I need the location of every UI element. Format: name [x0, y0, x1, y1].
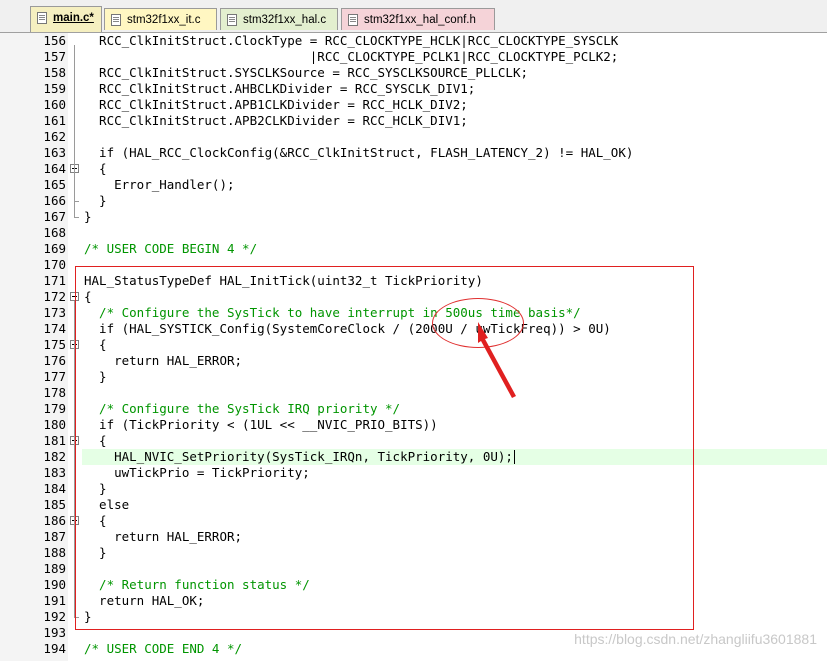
code-line[interactable]: 160 RCC_ClkInitStruct.APB1CLKDivider = R…: [0, 97, 827, 113]
code-text: RCC_ClkInitStruct.APB1CLKDivider = RCC_H…: [84, 97, 468, 112]
tab-label: stm32f1xx_hal.c: [243, 14, 327, 26]
code-text: |RCC_CLOCKTYPE_PCLK1|RCC_CLOCKTYPE_PCLK2…: [84, 49, 619, 64]
line-number: 166: [43, 193, 66, 208]
line-number: 167: [43, 209, 66, 224]
code-text: Error_Handler();: [84, 177, 235, 192]
line-number: 156: [43, 33, 66, 48]
line-number: 161: [43, 113, 66, 128]
code-comment: /* USER CODE END 4 */: [84, 641, 243, 656]
line-number: 182: [43, 449, 66, 464]
line-number: 181: [43, 433, 66, 448]
line-number: 189: [43, 561, 66, 576]
file-icon: [227, 14, 237, 26]
line-number: 168: [43, 225, 66, 240]
code-text: RCC_ClkInitStruct.SYSCLKSource = RCC_SYS…: [84, 65, 529, 80]
tab-label: stm32f1xx_it.c: [127, 14, 201, 26]
code-line[interactable]: 158 RCC_ClkInitStruct.SYSCLKSource = RCC…: [0, 65, 827, 81]
line-number: 165: [43, 177, 66, 192]
line-number: 188: [43, 545, 66, 560]
file-icon: [348, 14, 358, 26]
code-comment: /* USER CODE BEGIN 4 */: [84, 241, 258, 256]
line-number: 170: [43, 257, 66, 272]
code-line[interactable]: 157 |RCC_CLOCKTYPE_PCLK1|RCC_CLOCKTYPE_P…: [0, 49, 827, 65]
code-line[interactable]: 166 }: [0, 193, 827, 209]
tab-stm32f1xx-hal-conf-h[interactable]: stm32f1xx_hal_conf.h: [341, 8, 495, 30]
code-line[interactable]: 162: [0, 129, 827, 145]
code-text: RCC_ClkInitStruct.APB2CLKDivider = RCC_H…: [84, 113, 468, 128]
code-line[interactable]: 156 RCC_ClkInitStruct.ClockType = RCC_CL…: [0, 33, 827, 49]
code-line[interactable]: 159 RCC_ClkInitStruct.AHBCLKDivider = RC…: [0, 81, 827, 97]
line-number: 164: [43, 161, 66, 176]
tab-label: main.c*: [53, 12, 94, 24]
line-number: 178: [43, 385, 66, 400]
line-number: 172: [43, 289, 66, 304]
line-number: 169: [43, 241, 66, 256]
line-number: 183: [43, 465, 66, 480]
code-line[interactable]: 165 Error_Handler();: [0, 177, 827, 193]
code-line[interactable]: 164 {: [0, 161, 827, 177]
line-number: 193: [43, 625, 66, 640]
tab-stm32f1xx-hal-c[interactable]: stm32f1xx_hal.c: [220, 8, 338, 30]
line-number: 160: [43, 97, 66, 112]
code-text: if (HAL_RCC_ClockConfig(&RCC_ClkInitStru…: [84, 145, 634, 160]
line-number: 173: [43, 305, 66, 320]
line-number: 190: [43, 577, 66, 592]
line-number: 187: [43, 529, 66, 544]
file-icon: [111, 14, 121, 26]
line-number: 191: [43, 593, 66, 608]
line-number: 162: [43, 129, 66, 144]
line-number: 192: [43, 609, 66, 624]
line-number: 179: [43, 401, 66, 416]
line-number: 171: [43, 273, 66, 288]
line-number: 180: [43, 417, 66, 432]
tab-main-c[interactable]: main.c*: [30, 6, 102, 32]
line-number: 174: [43, 321, 66, 336]
code-text: {: [84, 161, 107, 176]
line-number: 194: [43, 641, 66, 656]
line-number: 163: [43, 145, 66, 160]
code-line[interactable]: 169 /* USER CODE BEGIN 4 */: [0, 241, 827, 257]
code-text: }: [84, 193, 107, 208]
line-number: 159: [43, 81, 66, 96]
code-line[interactable]: 168: [0, 225, 827, 241]
code-line[interactable]: 163 if (HAL_RCC_ClockConfig(&RCC_ClkInit…: [0, 145, 827, 161]
line-number: 177: [43, 369, 66, 384]
line-number: 186: [43, 513, 66, 528]
code-text: RCC_ClkInitStruct.ClockType = RCC_CLOCKT…: [84, 33, 619, 48]
tab-stm32f1xx-it-c[interactable]: stm32f1xx_it.c: [104, 8, 217, 30]
file-icon: [37, 12, 47, 24]
watermark: https://blog.csdn.net/zhangliifu3601881: [574, 631, 817, 647]
fold-guide: [74, 173, 75, 201]
code-line[interactable]: 167}: [0, 209, 827, 225]
line-number: 157: [43, 49, 66, 64]
fold-guide-end: [74, 217, 79, 218]
line-number: 176: [43, 353, 66, 368]
code-text: RCC_ClkInitStruct.AHBCLKDivider = RCC_SY…: [84, 81, 476, 96]
fold-guide-end: [74, 201, 79, 202]
line-number: 185: [43, 497, 66, 512]
annotation-box: [75, 266, 694, 630]
line-number: 175: [43, 337, 66, 352]
line-number: 158: [43, 65, 66, 80]
code-text: }: [84, 209, 92, 224]
code-line[interactable]: 161 RCC_ClkInitStruct.APB2CLKDivider = R…: [0, 113, 827, 129]
tab-label: stm32f1xx_hal_conf.h: [364, 14, 476, 26]
line-number: 184: [43, 481, 66, 496]
annotation-arrow: [478, 322, 516, 398]
